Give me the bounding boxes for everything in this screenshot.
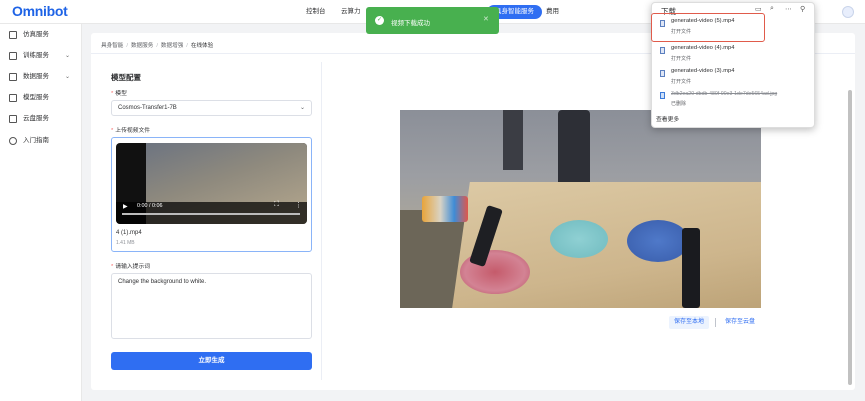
breadcrumb-current: 在线体验 <box>190 43 214 49</box>
check-circle-icon: ✓ <box>375 16 384 25</box>
prompt-input[interactable]: Change the background to white. <box>111 273 312 339</box>
more-options-icon[interactable]: ⋮ <box>295 201 302 209</box>
upload-label: * 上传视频文件 <box>111 128 151 134</box>
sidebar-item-guide[interactable]: 入门指南 <box>0 131 82 151</box>
person-figure <box>558 110 590 185</box>
toast-close-icon[interactable]: ✕ <box>483 15 489 23</box>
model-select[interactable]: Cosmos-Transfer1-7B ⌄ <box>111 100 312 116</box>
folder-icon[interactable]: ▭ <box>755 5 762 13</box>
sidebar-item-label: 模型服务 <box>23 94 49 101</box>
success-toast: ✓ 视频下载成功 ✕ <box>366 7 499 34</box>
download-item-name[interactable]: generated-video (3).mp4 <box>671 68 734 74</box>
download-item-name[interactable]: generated-video (4).mp4 <box>671 45 734 51</box>
chevron-down-icon: ⌄ <box>299 105 305 111</box>
sidebar: 仿真服务 训练服务 ⌄ 数据服务 ⌄ 模型服务 云盘服务 入门指南 <box>0 24 82 401</box>
open-file-link[interactable]: 打开文件 <box>671 28 691 35</box>
image-file-icon <box>660 92 665 99</box>
guide-icon <box>9 137 17 145</box>
download-item-name: 3db2ea20-dbdb-480f-90e3-1de7de5654ad.jpg <box>671 91 778 97</box>
sidebar-item-label: 数据服务 <box>23 73 49 80</box>
chevron-down-icon: ⌄ <box>65 74 71 80</box>
sidebar-item-data[interactable]: 数据服务 ⌄ <box>0 67 82 87</box>
more-options-icon[interactable]: ⋯ <box>785 5 792 13</box>
app-logo[interactable]: Omnibot <box>12 3 68 19</box>
sidebar-item-label: 入门指南 <box>23 137 49 144</box>
open-file-link[interactable]: 打开文件 <box>671 55 691 62</box>
generate-button[interactable]: 立即生成 <box>111 352 312 370</box>
simulation-icon <box>9 31 17 39</box>
breadcrumb-item[interactable]: 具身智能 <box>101 43 123 49</box>
uploaded-file-name: 4 (1).mp4 <box>116 230 142 236</box>
config-title: 模型配置 <box>111 73 141 82</box>
video-progress-bar[interactable] <box>122 213 300 215</box>
breadcrumb-item[interactable]: 数据增强 <box>161 43 183 49</box>
sidebar-item-model[interactable]: 模型服务 <box>0 88 82 108</box>
prompt-label: * 请输入提示词 <box>111 264 151 270</box>
sidebar-item-label: 云盘服务 <box>23 115 49 122</box>
video-file-icon <box>660 20 665 27</box>
fullscreen-icon[interactable]: ⛶ <box>274 201 279 209</box>
sidebar-item-simulation[interactable]: 仿真服务 <box>0 25 82 45</box>
video-preview[interactable] <box>116 143 307 224</box>
video-file-icon <box>660 47 665 54</box>
teal-plate <box>550 220 608 258</box>
search-icon[interactable]: ⌕ <box>770 5 774 13</box>
data-icon <box>9 73 17 81</box>
model-icon <box>9 94 17 102</box>
nav-console[interactable]: 控制台 <box>306 0 326 24</box>
result-video-preview[interactable] <box>400 110 761 308</box>
sidebar-item-label: 仿真服务 <box>23 31 49 38</box>
divider <box>715 318 716 327</box>
user-avatar[interactable] <box>842 6 854 18</box>
model-label: * 模型 <box>111 91 127 97</box>
nav-cloud-compute[interactable]: 云算力 <box>341 0 361 24</box>
nav-billing[interactable]: 费用 <box>546 0 559 24</box>
see-more-link[interactable]: 查看更多 <box>656 114 679 123</box>
open-file-link[interactable]: 打开文件 <box>671 78 691 85</box>
robot-arm-right <box>682 228 700 308</box>
person-figure <box>503 110 523 170</box>
breadcrumb: 具身智能 / 数据服务 / 数据增强 / 在线体验 <box>101 43 214 49</box>
toy-objects <box>422 196 468 222</box>
video-file-icon <box>660 70 665 77</box>
toast-message: 视频下载成功 <box>391 20 430 27</box>
training-icon <box>9 52 17 60</box>
model-select-value: Cosmos-Transfer1-7B <box>118 105 177 111</box>
save-local-button[interactable]: 保存至本地 <box>669 316 710 329</box>
download-item-name[interactable]: generated-video (5).mp4 <box>671 18 734 24</box>
chevron-down-icon: ⌄ <box>65 53 71 59</box>
play-icon[interactable]: ▶ <box>123 203 128 210</box>
scrollbar-thumb[interactable] <box>848 90 852 385</box>
video-time: 0:00 / 0:06 <box>137 203 163 209</box>
uploaded-file-size: 1.41 MB <box>116 240 135 246</box>
blue-plate <box>627 220 689 262</box>
sidebar-item-cloud-disk[interactable]: 云盘服务 <box>0 109 82 129</box>
save-cloud-button[interactable]: 保存至云盘 <box>720 316 760 329</box>
sidebar-item-label: 训练服务 <box>23 52 49 59</box>
cloud-disk-icon <box>9 115 17 123</box>
deleted-status: 已删除 <box>671 101 687 107</box>
breadcrumb-item[interactable]: 数据服务 <box>131 43 153 49</box>
sidebar-item-training[interactable]: 训练服务 ⌄ <box>0 46 82 66</box>
panel-divider <box>321 62 322 380</box>
pin-icon[interactable]: ⚲ <box>800 5 805 13</box>
